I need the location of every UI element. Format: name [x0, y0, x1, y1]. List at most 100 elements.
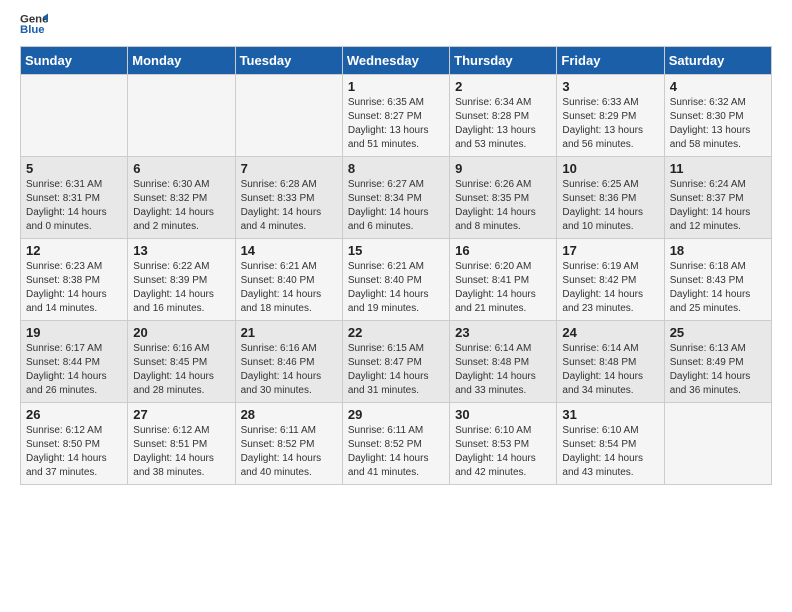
day-number: 17: [562, 243, 658, 258]
day-info: Sunrise: 6:14 AM Sunset: 8:48 PM Dayligh…: [562, 342, 658, 398]
logo-icon: General Blue: [20, 10, 48, 38]
day-info: Sunrise: 6:21 AM Sunset: 8:40 PM Dayligh…: [241, 260, 337, 316]
day-number: 14: [241, 243, 337, 258]
day-info: Sunrise: 6:32 AM Sunset: 8:30 PM Dayligh…: [670, 96, 766, 152]
calendar-cell: 19 Sunrise: 6:17 AM Sunset: 8:44 PM Dayli…: [21, 321, 128, 403]
day-number: 16: [455, 243, 551, 258]
calendar-cell: 13 Sunrise: 6:22 AM Sunset: 8:39 PM Dayli…: [128, 239, 235, 321]
weekday-header-saturday: Saturday: [664, 47, 771, 75]
day-number: 22: [348, 325, 444, 340]
calendar-cell: 6Sunrise: 6:30 AM Sunset: 8:32 PM Daylig…: [128, 157, 235, 239]
calendar-week-row: 12 Sunrise: 6:23 AM Sunset: 8:38 PM Dayli…: [21, 239, 772, 321]
day-info: Sunrise: 6:19 AM Sunset: 8:42 PM Dayligh…: [562, 260, 658, 316]
day-info: Sunrise: 6:21 AM Sunset: 8:40 PM Dayligh…: [348, 260, 444, 316]
day-info: Sunrise: 6:27 AM Sunset: 8:34 PM Dayligh…: [348, 178, 444, 234]
day-number: 30: [455, 407, 551, 422]
day-info: Sunrise: 6:14 AM Sunset: 8:48 PM Dayligh…: [455, 342, 551, 398]
calendar-week-row: 19 Sunrise: 6:17 AM Sunset: 8:44 PM Dayli…: [21, 321, 772, 403]
calendar-cell: 25 Sunrise: 6:13 AM Sunset: 8:49 PM Dayli…: [664, 321, 771, 403]
calendar-table: SundayMondayTuesdayWednesdayThursdayFrid…: [20, 46, 772, 485]
calendar-cell: 1 Sunrise: 6:35 AM Sunset: 8:27 PM Daylig…: [342, 75, 449, 157]
day-number: 18: [670, 243, 766, 258]
day-info: Sunrise: 6:10 AM Sunset: 8:53 PM Dayligh…: [455, 424, 551, 480]
day-number: 4: [670, 79, 766, 94]
day-info: Sunrise: 6:22 AM Sunset: 8:39 PM Dayligh…: [133, 260, 229, 316]
day-info: Sunrise: 6:23 AM Sunset: 8:38 PM Dayligh…: [26, 260, 122, 316]
calendar-cell: 9Sunrise: 6:26 AM Sunset: 8:35 PM Daylig…: [450, 157, 557, 239]
weekday-header-row: SundayMondayTuesdayWednesdayThursdayFrid…: [21, 47, 772, 75]
day-number: 7: [241, 161, 337, 176]
day-number: 2: [455, 79, 551, 94]
day-number: 28: [241, 407, 337, 422]
calendar-cell: 10 Sunrise: 6:25 AM Sunset: 8:36 PM Dayli…: [557, 157, 664, 239]
calendar-cell: 28 Sunrise: 6:11 AM Sunset: 8:52 PM Dayli…: [235, 403, 342, 485]
weekday-header-thursday: Thursday: [450, 47, 557, 75]
calendar-week-row: 1 Sunrise: 6:35 AM Sunset: 8:27 PM Daylig…: [21, 75, 772, 157]
day-number: 25: [670, 325, 766, 340]
day-info: Sunrise: 6:11 AM Sunset: 8:52 PM Dayligh…: [241, 424, 337, 480]
day-info: Sunrise: 6:31 AM Sunset: 8:31 PM Dayligh…: [26, 178, 122, 234]
day-number: 12: [26, 243, 122, 258]
calendar-cell: 11 Sunrise: 6:24 AM Sunset: 8:37 PM Dayli…: [664, 157, 771, 239]
calendar-cell: 14 Sunrise: 6:21 AM Sunset: 8:40 PM Dayli…: [235, 239, 342, 321]
calendar-cell: [235, 75, 342, 157]
day-number: 21: [241, 325, 337, 340]
day-number: 26: [26, 407, 122, 422]
calendar-body: 1 Sunrise: 6:35 AM Sunset: 8:27 PM Daylig…: [21, 75, 772, 485]
day-info: Sunrise: 6:15 AM Sunset: 8:47 PM Dayligh…: [348, 342, 444, 398]
calendar-cell: 21 Sunrise: 6:16 AM Sunset: 8:46 PM Dayli…: [235, 321, 342, 403]
svg-text:Blue: Blue: [20, 24, 45, 36]
calendar-cell: 12 Sunrise: 6:23 AM Sunset: 8:38 PM Dayli…: [21, 239, 128, 321]
day-number: 29: [348, 407, 444, 422]
day-number: 5: [26, 161, 122, 176]
day-info: Sunrise: 6:17 AM Sunset: 8:44 PM Dayligh…: [26, 342, 122, 398]
day-number: 19: [26, 325, 122, 340]
calendar-cell: 24 Sunrise: 6:14 AM Sunset: 8:48 PM Dayli…: [557, 321, 664, 403]
day-number: 27: [133, 407, 229, 422]
day-info: Sunrise: 6:11 AM Sunset: 8:52 PM Dayligh…: [348, 424, 444, 480]
calendar-cell: 16Sunrise: 6:20 AM Sunset: 8:41 PM Dayli…: [450, 239, 557, 321]
day-info: Sunrise: 6:28 AM Sunset: 8:33 PM Dayligh…: [241, 178, 337, 234]
calendar-cell: 27 Sunrise: 6:12 AM Sunset: 8:51 PM Dayli…: [128, 403, 235, 485]
calendar-cell: 26 Sunrise: 6:12 AM Sunset: 8:50 PM Dayli…: [21, 403, 128, 485]
calendar-cell: 15Sunrise: 6:21 AM Sunset: 8:40 PM Dayli…: [342, 239, 449, 321]
calendar-header: SundayMondayTuesdayWednesdayThursdayFrid…: [21, 47, 772, 75]
calendar-cell: 5 Sunrise: 6:31 AM Sunset: 8:31 PM Daylig…: [21, 157, 128, 239]
calendar-week-row: 5 Sunrise: 6:31 AM Sunset: 8:31 PM Daylig…: [21, 157, 772, 239]
day-info: Sunrise: 6:16 AM Sunset: 8:46 PM Dayligh…: [241, 342, 337, 398]
day-number: 11: [670, 161, 766, 176]
day-info: Sunrise: 6:35 AM Sunset: 8:27 PM Dayligh…: [348, 96, 444, 152]
day-info: Sunrise: 6:12 AM Sunset: 8:50 PM Dayligh…: [26, 424, 122, 480]
day-info: Sunrise: 6:24 AM Sunset: 8:37 PM Dayligh…: [670, 178, 766, 234]
day-number: 20: [133, 325, 229, 340]
calendar-cell: 18 Sunrise: 6:18 AM Sunset: 8:43 PM Dayli…: [664, 239, 771, 321]
weekday-header-sunday: Sunday: [21, 47, 128, 75]
header: General Blue: [20, 10, 772, 38]
calendar-cell: 8 Sunrise: 6:27 AM Sunset: 8:34 PM Daylig…: [342, 157, 449, 239]
day-info: Sunrise: 6:16 AM Sunset: 8:45 PM Dayligh…: [133, 342, 229, 398]
calendar-cell: 22 Sunrise: 6:15 AM Sunset: 8:47 PM Dayli…: [342, 321, 449, 403]
logo: General Blue: [20, 10, 48, 38]
weekday-header-tuesday: Tuesday: [235, 47, 342, 75]
day-number: 24: [562, 325, 658, 340]
day-number: 8: [348, 161, 444, 176]
weekday-header-friday: Friday: [557, 47, 664, 75]
day-number: 13: [133, 243, 229, 258]
day-info: Sunrise: 6:18 AM Sunset: 8:43 PM Dayligh…: [670, 260, 766, 316]
day-info: Sunrise: 6:25 AM Sunset: 8:36 PM Dayligh…: [562, 178, 658, 234]
calendar-cell: 3 Sunrise: 6:33 AM Sunset: 8:29 PM Daylig…: [557, 75, 664, 157]
day-info: Sunrise: 6:13 AM Sunset: 8:49 PM Dayligh…: [670, 342, 766, 398]
calendar-cell: 23Sunrise: 6:14 AM Sunset: 8:48 PM Dayli…: [450, 321, 557, 403]
day-number: 3: [562, 79, 658, 94]
day-number: 1: [348, 79, 444, 94]
calendar-week-row: 26 Sunrise: 6:12 AM Sunset: 8:50 PM Dayli…: [21, 403, 772, 485]
calendar-cell: 7 Sunrise: 6:28 AM Sunset: 8:33 PM Daylig…: [235, 157, 342, 239]
day-info: Sunrise: 6:12 AM Sunset: 8:51 PM Dayligh…: [133, 424, 229, 480]
day-number: 10: [562, 161, 658, 176]
calendar-cell: [664, 403, 771, 485]
weekday-header-wednesday: Wednesday: [342, 47, 449, 75]
calendar-cell: 17 Sunrise: 6:19 AM Sunset: 8:42 PM Dayli…: [557, 239, 664, 321]
day-info: Sunrise: 6:10 AM Sunset: 8:54 PM Dayligh…: [562, 424, 658, 480]
day-info: Sunrise: 6:33 AM Sunset: 8:29 PM Dayligh…: [562, 96, 658, 152]
day-info: Sunrise: 6:34 AM Sunset: 8:28 PM Dayligh…: [455, 96, 551, 152]
